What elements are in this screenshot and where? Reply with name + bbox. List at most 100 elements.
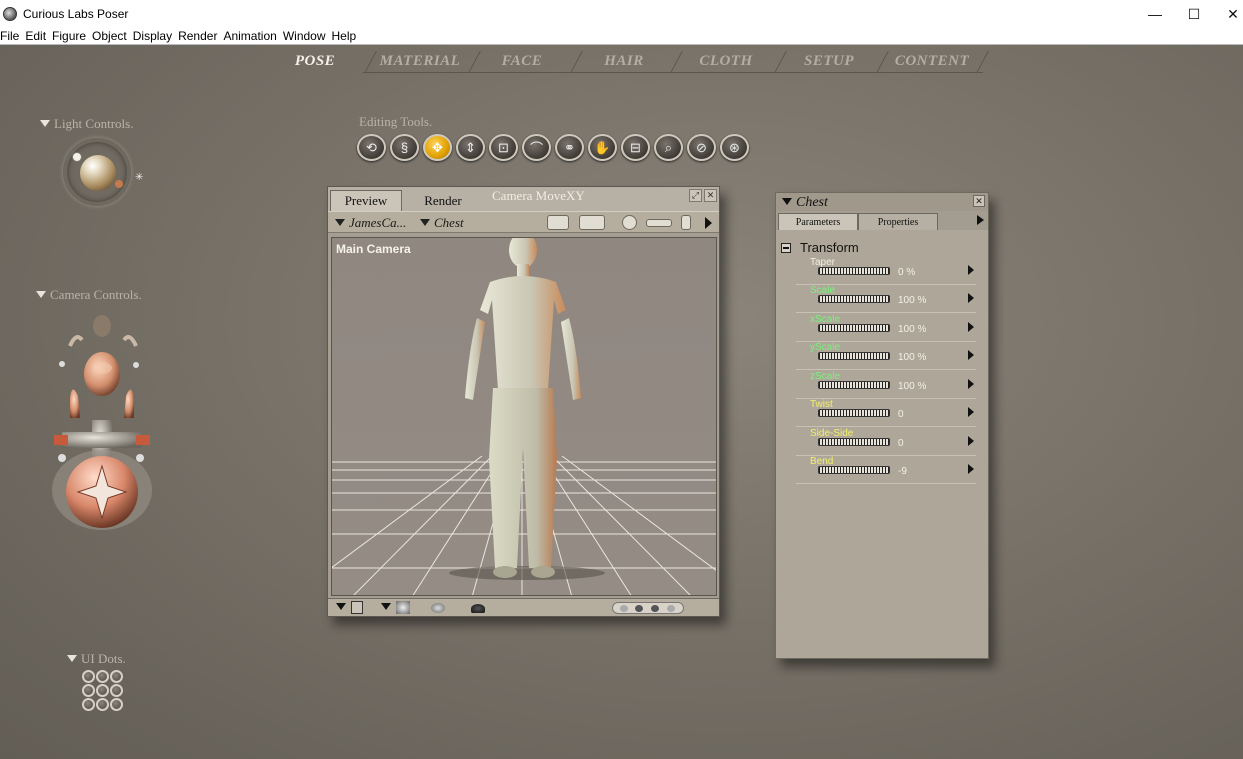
close-window-icon[interactable]: ✕ <box>704 189 717 202</box>
param-value[interactable]: 100 % <box>898 324 926 335</box>
close-button[interactable]: ✕ <box>1213 0 1243 28</box>
human-figure[interactable] <box>465 238 581 578</box>
camera-head-icon[interactable] <box>84 352 120 396</box>
camera-trackball-icon[interactable] <box>66 456 138 528</box>
direct-manipulation-tool-button[interactable]: ⊛ <box>720 134 749 161</box>
light-bulb-icon[interactable] <box>471 604 485 613</box>
minimize-button[interactable]: — <box>1135 0 1175 28</box>
chain-break-tool-button[interactable]: ⚭ <box>555 134 584 161</box>
param-dial[interactable] <box>818 381 890 389</box>
tab-parameters[interactable]: Parameters <box>778 213 858 230</box>
ui-dots-label[interactable]: UI Dots. <box>67 651 126 667</box>
param-value[interactable]: 100 % <box>898 381 926 392</box>
param-value[interactable]: 0 % <box>898 267 915 278</box>
param-menu-arrow-icon[interactable] <box>968 350 974 360</box>
param-dial[interactable] <box>818 324 890 332</box>
camera-controls-label[interactable]: Camera Controls. <box>36 287 142 303</box>
camera-icon[interactable] <box>547 215 569 230</box>
ui-dot-button[interactable] <box>96 670 109 683</box>
menu-help[interactable]: Help <box>332 29 363 43</box>
move-camera-icon[interactable] <box>646 219 672 227</box>
orbit-icon[interactable] <box>622 215 637 230</box>
scale-tool-button[interactable]: ⊡ <box>489 134 518 161</box>
translate-z-tool-button[interactable]: ⇕ <box>456 134 485 161</box>
param-dial[interactable] <box>818 409 890 417</box>
camera-orbit-dot-icon[interactable] <box>59 361 65 367</box>
menu-figure[interactable]: Figure <box>52 29 92 43</box>
light-indicator-icon[interactable] <box>115 180 123 188</box>
tab-preview[interactable]: Preview <box>330 190 402 211</box>
face-camera-icon[interactable] <box>68 315 138 347</box>
param-menu-arrow-icon[interactable] <box>968 322 974 332</box>
param-dial[interactable] <box>818 267 890 275</box>
panel-menu-arrow-icon[interactable] <box>977 215 984 225</box>
track-dot-icon[interactable] <box>667 605 675 612</box>
room-tab-material[interactable]: MATERIAL <box>374 49 466 73</box>
close-panel-icon[interactable]: ✕ <box>973 195 985 207</box>
menu-window[interactable]: Window <box>283 29 332 43</box>
display-style-dropdown-icon[interactable] <box>336 603 346 610</box>
ui-dot-button[interactable] <box>82 698 95 711</box>
ui-dot-button[interactable] <box>96 684 109 697</box>
3d-viewport[interactable]: Main Camera <box>331 237 717 596</box>
tab-render[interactable]: Render <box>408 190 478 211</box>
document-style-dropdown-icon[interactable] <box>381 603 391 610</box>
ui-dot-button[interactable] <box>110 670 123 683</box>
color-tool-button[interactable]: ✋ <box>588 134 617 161</box>
param-value[interactable]: 100 % <box>898 295 926 306</box>
light-sphere-icon[interactable] <box>80 155 116 191</box>
param-menu-arrow-icon[interactable] <box>968 407 974 417</box>
param-dial[interactable] <box>818 295 890 303</box>
ui-dot-button[interactable] <box>110 684 123 697</box>
grouping-tool-button[interactable]: ⊟ <box>621 134 650 161</box>
ui-dot-button[interactable] <box>82 684 95 697</box>
room-tab-content[interactable]: CONTENT <box>886 49 978 73</box>
collapse-minus-icon[interactable] <box>781 242 791 253</box>
twist-tool-button[interactable]: § <box>390 134 419 161</box>
light-sun-icon[interactable]: ✳ <box>135 173 143 183</box>
camera-roll-dot-icon[interactable] <box>58 454 66 462</box>
menu-render[interactable]: Render <box>178 29 223 43</box>
menu-edit[interactable]: Edit <box>25 29 52 43</box>
resize-window-icon[interactable]: ⤢ <box>689 189 702 202</box>
room-tab-face[interactable]: FACE <box>478 49 566 73</box>
param-value[interactable]: 0 <box>898 409 904 420</box>
room-tab-cloth[interactable]: CLOTH <box>680 49 772 73</box>
view-magnifier-tool-button[interactable]: ⌕ <box>654 134 683 161</box>
param-menu-arrow-icon[interactable] <box>968 436 974 446</box>
ui-dot-button[interactable] <box>82 670 95 683</box>
light-controls-label[interactable]: Light Controls. <box>40 116 133 132</box>
track-dot-icon[interactable] <box>651 605 659 612</box>
room-tab-pose[interactable]: POSE <box>284 49 346 73</box>
param-dial[interactable] <box>818 466 890 474</box>
ground-shadow-icon[interactable] <box>431 603 445 613</box>
param-value[interactable]: 0 <box>898 438 904 449</box>
ui-dot-button[interactable] <box>96 698 109 711</box>
param-dial[interactable] <box>818 438 890 446</box>
param-menu-arrow-icon[interactable] <box>968 379 974 389</box>
actor-select[interactable]: Chest <box>420 215 464 231</box>
light-indicator-icon[interactable] <box>72 152 82 162</box>
menu-object[interactable]: Object <box>92 29 133 43</box>
track-dot-icon[interactable] <box>635 605 643 612</box>
param-menu-arrow-icon[interactable] <box>968 464 974 474</box>
camera-roll-dot-icon[interactable] <box>136 454 144 462</box>
depth-icon[interactable] <box>681 215 691 230</box>
room-tab-hair[interactable]: HAIR <box>580 49 668 73</box>
tab-properties[interactable]: Properties <box>858 213 938 230</box>
transform-group-header[interactable]: Transform <box>781 240 859 255</box>
display-mode-icon[interactable] <box>351 601 363 614</box>
expand-arrow-icon[interactable] <box>705 217 712 229</box>
camera-orbit-dot-icon[interactable] <box>133 362 139 368</box>
dual-camera-icon[interactable] <box>579 215 605 230</box>
param-dial[interactable] <box>818 352 890 360</box>
translate-xy-tool-button[interactable]: ✥ <box>423 134 452 161</box>
ui-dot-button[interactable] <box>110 698 123 711</box>
cube-icon[interactable] <box>396 601 410 614</box>
param-value[interactable]: -9 <box>898 466 907 477</box>
menu-animation[interactable]: Animation <box>223 29 282 43</box>
selected-actor-title[interactable]: Chest <box>782 195 828 211</box>
rotate-tool-button[interactable]: ⟲ <box>357 134 386 161</box>
taper-tool-button[interactable]: ⌒ <box>522 134 551 161</box>
menu-display[interactable]: Display <box>133 29 178 43</box>
